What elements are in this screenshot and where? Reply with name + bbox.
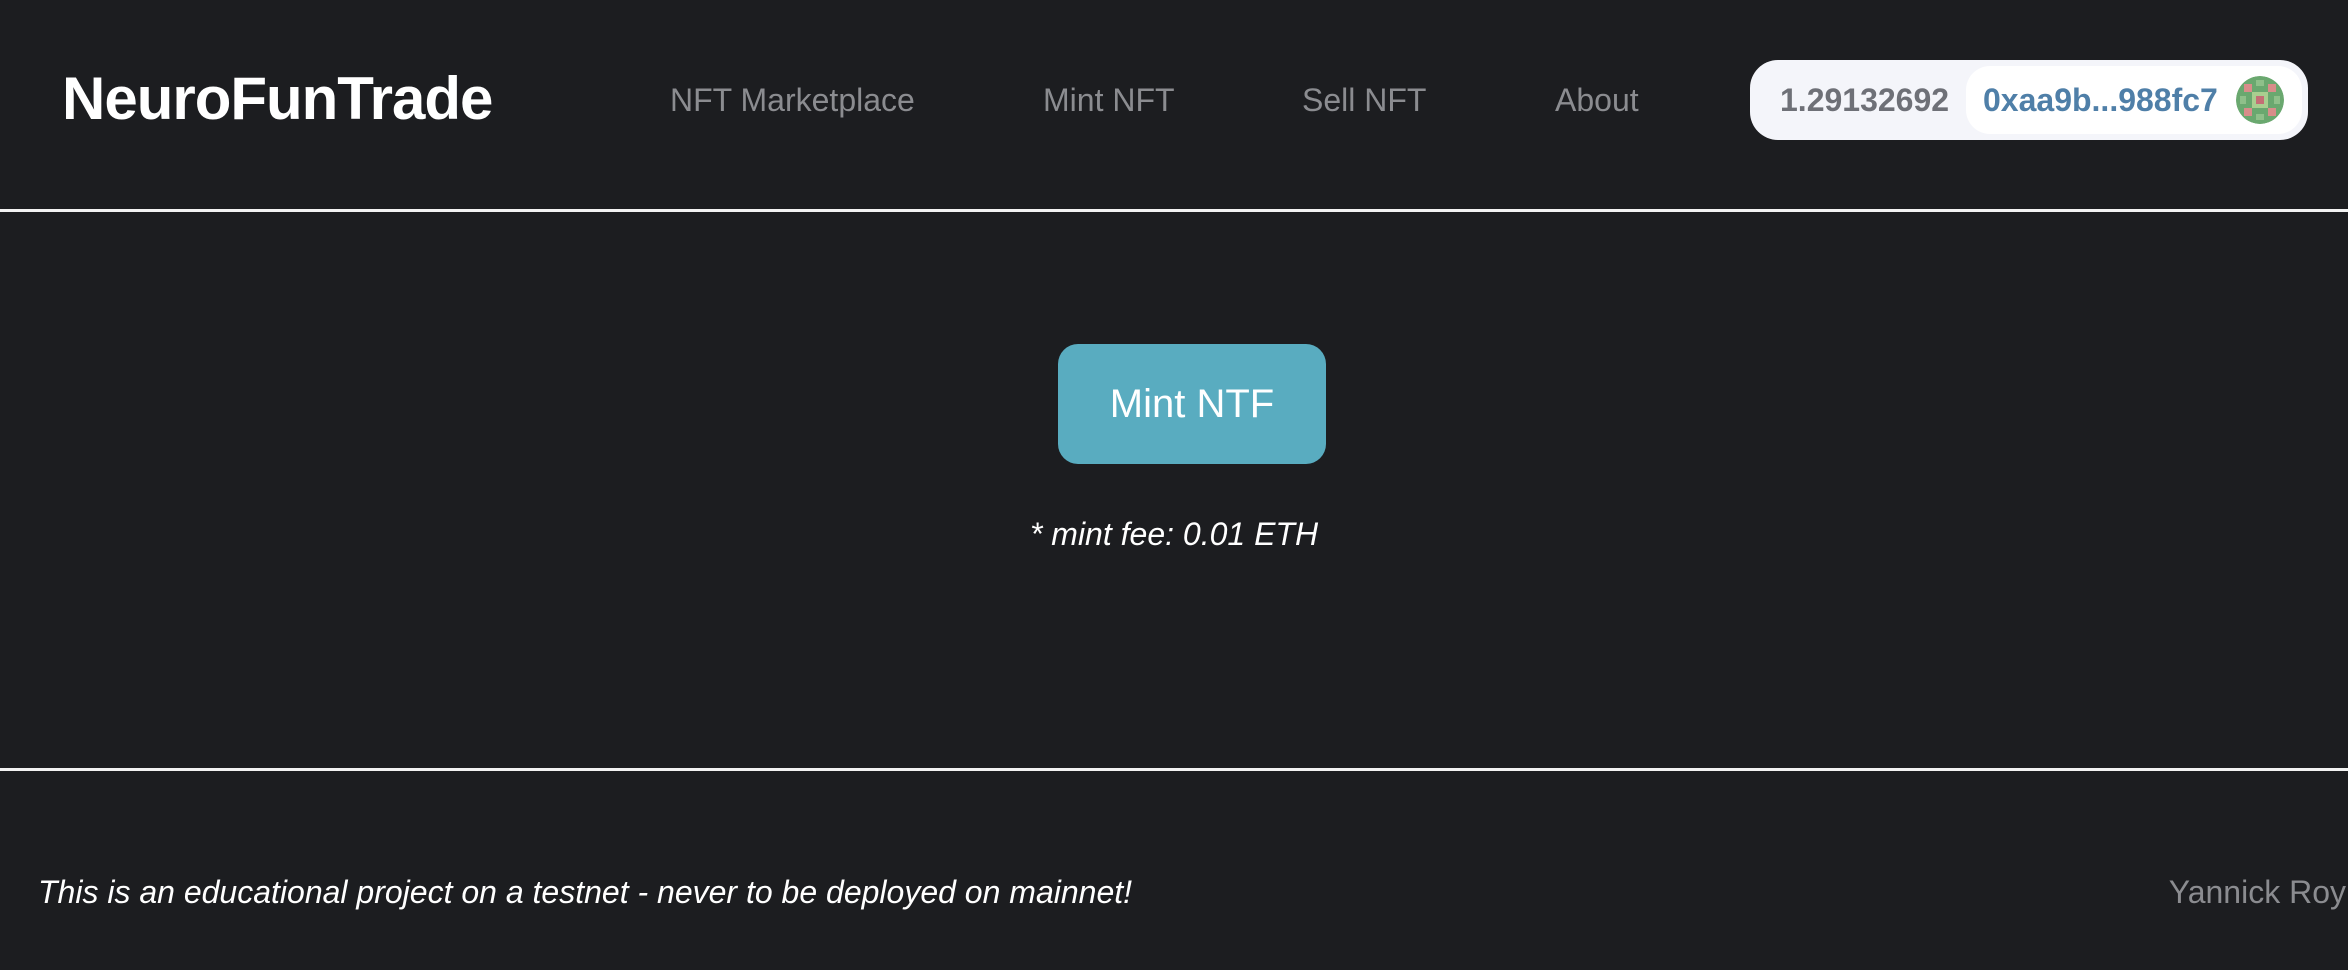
mint-button[interactable]: Mint NTF <box>1058 344 1326 464</box>
nav-mint-nft[interactable]: Mint NFT <box>1043 78 1175 122</box>
footer-disclaimer: This is an educational project on a test… <box>38 874 1133 910</box>
footer-divider <box>0 768 2348 771</box>
site-logo[interactable]: NeuroFunTrade <box>62 62 493 136</box>
wallet-balance: 1.29132692 <box>1780 82 1950 118</box>
wallet-connect-widget[interactable]: 1.29132692 0xaa9b...988fc7 <box>1750 60 2308 140</box>
mint-fee-note: * mint fee: 0.01 ETH <box>1029 516 1319 552</box>
main-content: Mint NTF * mint fee: 0.01 ETH <box>0 212 2348 770</box>
wallet-address: 0xaa9b...988fc7 <box>1983 82 2218 118</box>
nav-about[interactable]: About <box>1555 78 1639 122</box>
footer-author: Yannick Roy <box>2168 874 2346 910</box>
nav-nft-marketplace[interactable]: NFT Marketplace <box>670 78 915 122</box>
site-header: NeuroFunTrade NFT Marketplace Mint NFT S… <box>0 0 2348 212</box>
wallet-account-button[interactable]: 0xaa9b...988fc7 <box>1966 66 2302 134</box>
identicon-avatar-icon <box>2236 76 2284 124</box>
nav-sell-nft[interactable]: Sell NFT <box>1302 78 1426 122</box>
